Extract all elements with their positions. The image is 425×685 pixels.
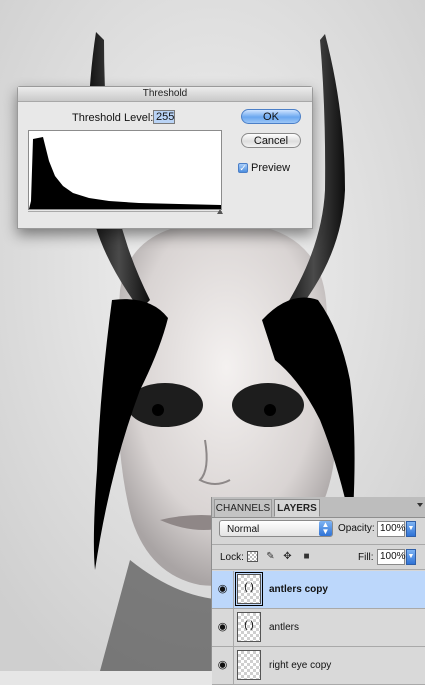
- ok-button[interactable]: OK: [241, 109, 301, 124]
- fill-label: Fill:: [358, 552, 374, 563]
- histogram-curve: [29, 137, 221, 209]
- lock-all-icon[interactable]: ■: [301, 551, 312, 562]
- fill-dropdown-icon[interactable]: ▼: [406, 549, 416, 565]
- layer-row-right-eye-copy[interactable]: ◉ right eye copy: [212, 647, 425, 685]
- blend-mode-value: Normal: [227, 524, 260, 535]
- layers-panel: CHANNELS LAYERS Normal ▲ ▼ Opacity: 100% …: [211, 497, 425, 685]
- panel-menu-icon[interactable]: [417, 503, 423, 507]
- eye-icon[interactable]: ◉: [212, 571, 234, 608]
- layer-row-antlers[interactable]: ◉ ( ) antlers: [212, 609, 425, 647]
- chevron-updown-icon: ▲ ▼: [319, 521, 332, 536]
- opacity-input[interactable]: 100%: [377, 521, 406, 537]
- tab-channels[interactable]: CHANNELS: [214, 499, 272, 517]
- threshold-level-label: Threshold Level:: [72, 112, 154, 124]
- divider: [212, 544, 425, 545]
- eye-icon[interactable]: ◉: [212, 609, 234, 646]
- layer-name[interactable]: antlers copy: [269, 584, 328, 595]
- panel-tabs: CHANNELS LAYERS: [212, 497, 425, 518]
- preview-label: Preview: [251, 162, 291, 174]
- lock-brush-icon[interactable]: ✎: [265, 551, 276, 562]
- tab-layers[interactable]: LAYERS: [274, 499, 320, 517]
- layer-thumbnail: ( ): [235, 572, 263, 606]
- fill-input[interactable]: 100%: [377, 549, 406, 565]
- threshold-level-input[interactable]: 255: [153, 110, 175, 124]
- threshold-slider-handle[interactable]: [217, 209, 223, 214]
- preview-checkbox[interactable]: ✓: [238, 163, 248, 173]
- layer-thumbnail: ( ): [237, 612, 261, 642]
- lock-label: Lock:: [220, 552, 244, 563]
- layer-thumbnail: [237, 650, 261, 680]
- dialog-title[interactable]: Threshold: [18, 87, 312, 102]
- lock-move-icon[interactable]: ✥: [282, 551, 293, 562]
- histogram: [28, 130, 222, 210]
- layer-name[interactable]: antlers: [269, 622, 299, 633]
- cancel-button[interactable]: Cancel: [241, 133, 301, 148]
- threshold-slider-track[interactable]: [28, 211, 222, 212]
- opacity-label: Opacity:: [338, 523, 375, 534]
- eye-icon[interactable]: ◉: [212, 647, 234, 684]
- lock-transparency-icon[interactable]: [247, 551, 258, 562]
- layer-row-antlers-copy[interactable]: ◉ ( ) antlers copy: [212, 571, 425, 609]
- layer-name[interactable]: right eye copy: [269, 660, 331, 671]
- threshold-dialog: Threshold Threshold Level: 255 OK Cancel…: [17, 86, 313, 229]
- divider: [212, 569, 425, 570]
- blend-mode-select[interactable]: Normal ▲ ▼: [219, 520, 333, 537]
- opacity-dropdown-icon[interactable]: ▼: [406, 521, 416, 537]
